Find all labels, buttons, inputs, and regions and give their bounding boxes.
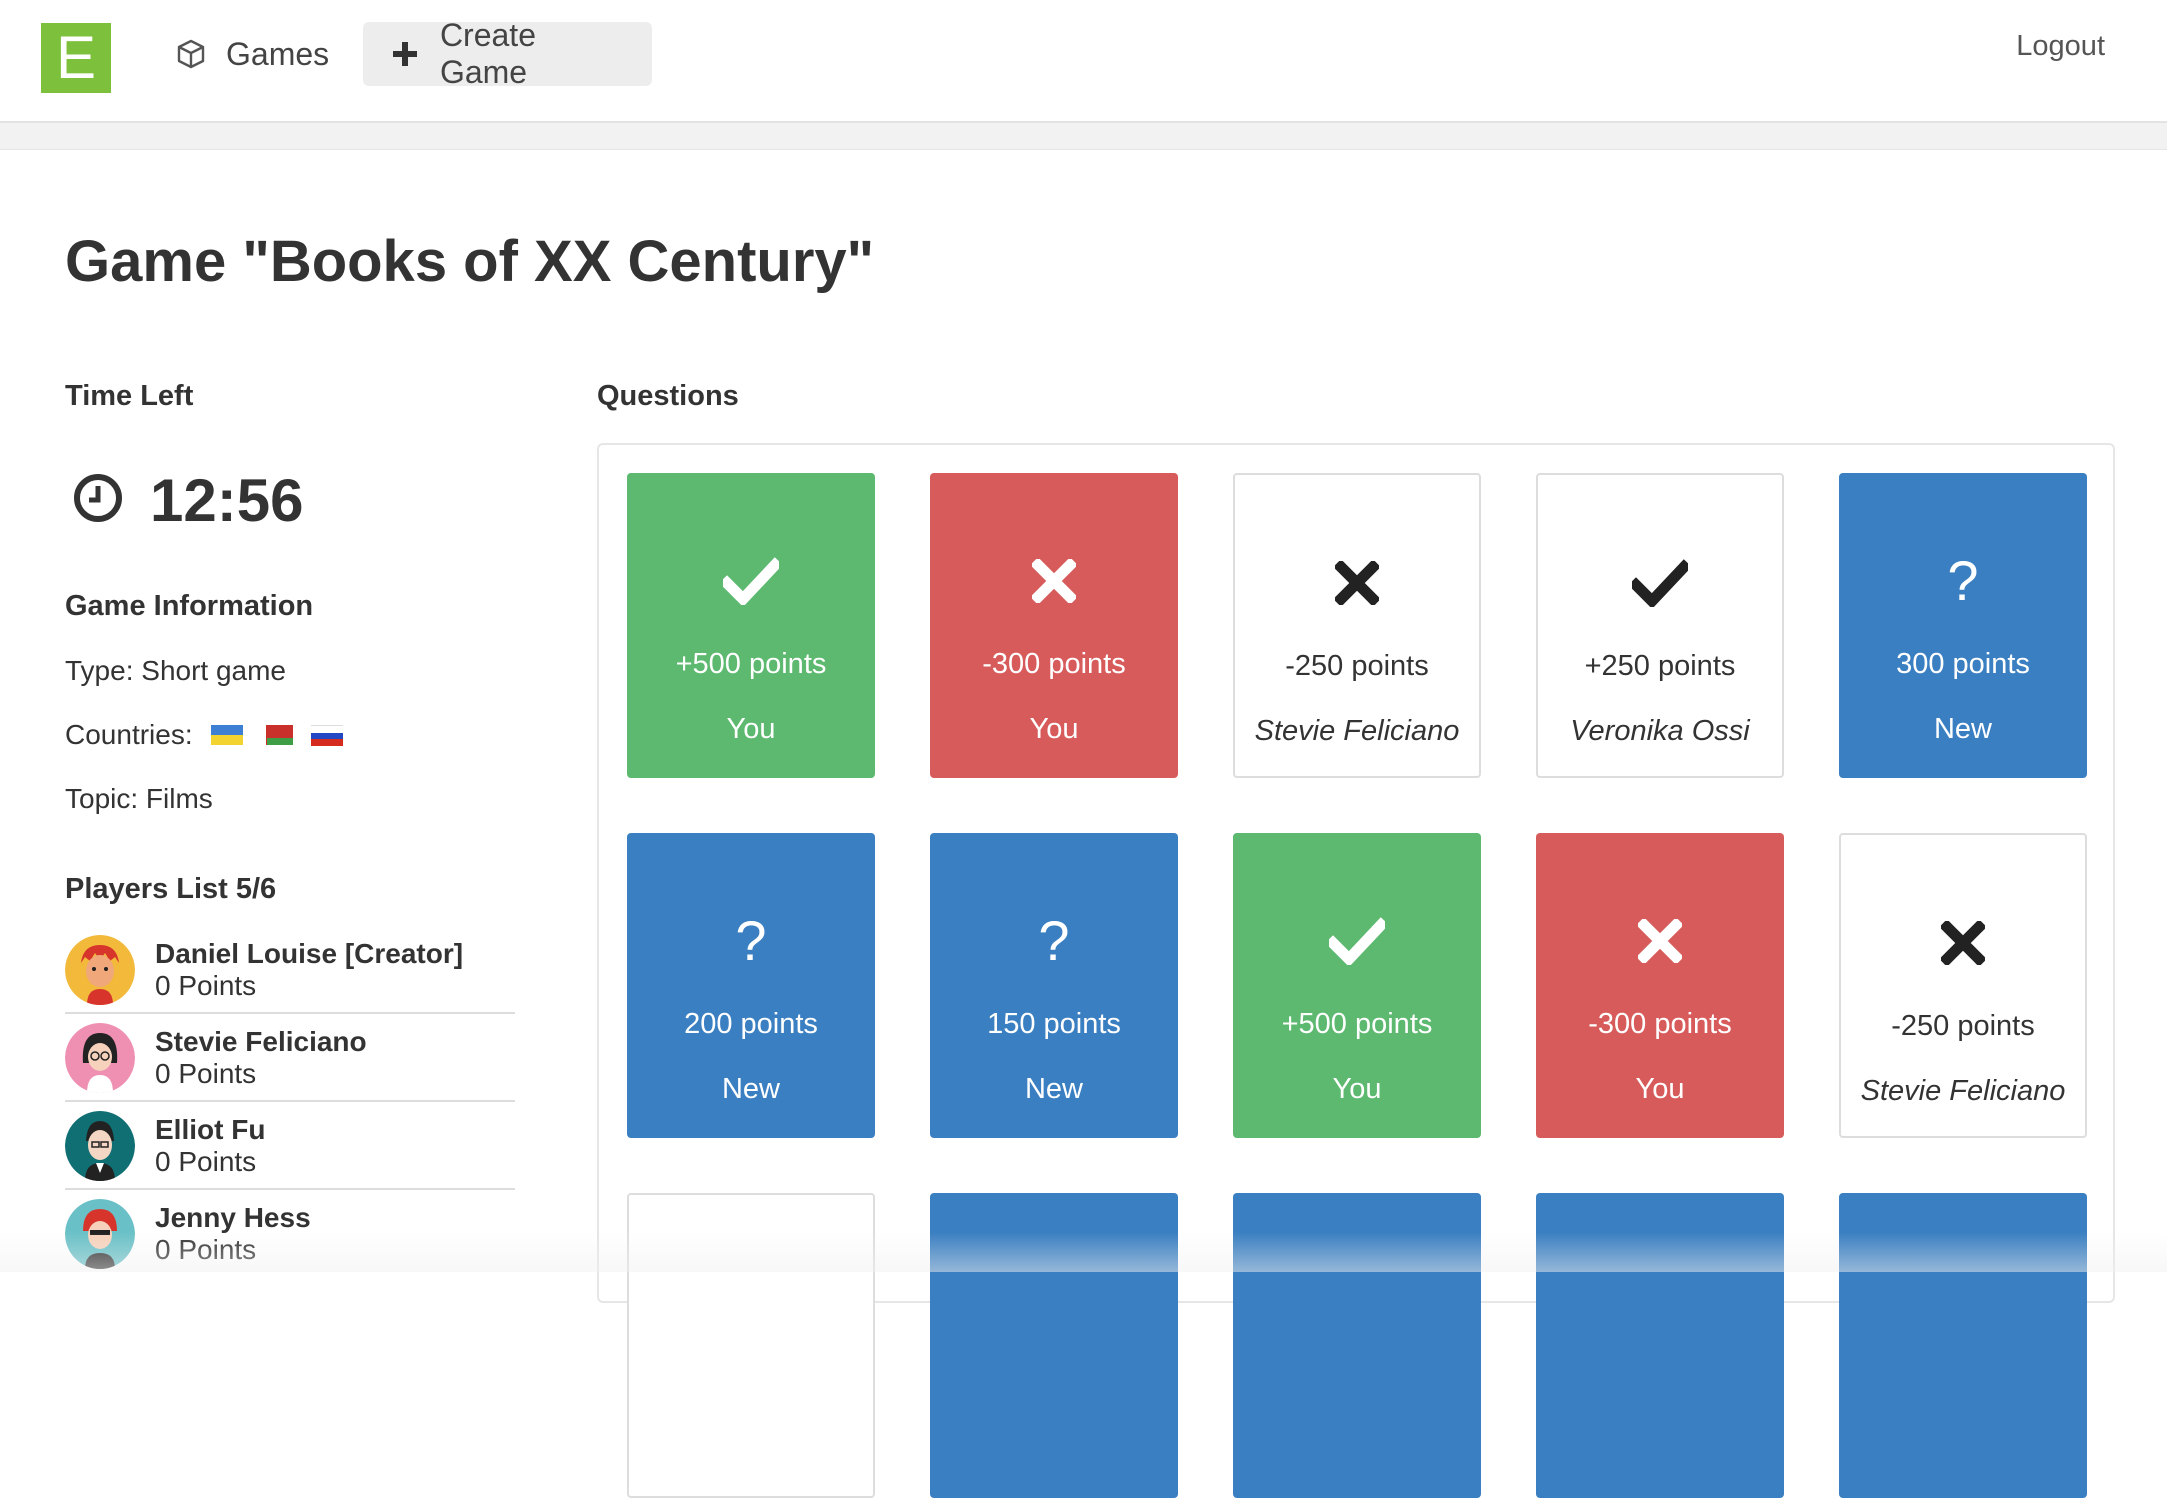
player-list-item[interactable]: Jenny Hess 0 Points [65, 1190, 515, 1276]
question-tile[interactable] [1536, 1193, 1784, 1498]
player-list-item[interactable]: Elliot Fu 0 Points [65, 1102, 515, 1190]
time-left-heading: Time Left [65, 380, 194, 412]
question-points: -300 points [1588, 1008, 1732, 1040]
top-navbar: E Games Create Game Logout [0, 0, 2167, 123]
cross-icon [1941, 915, 1985, 971]
clock-icon [72, 472, 124, 529]
question-owner: You [726, 713, 776, 745]
game-countries: Countries: [65, 719, 343, 751]
check-icon [1632, 555, 1688, 611]
navbar-divider [0, 123, 2167, 150]
player-name: Stevie Feliciano [155, 1026, 367, 1057]
question-points: 150 points [987, 1008, 1121, 1040]
player-name: Jenny Hess [155, 1202, 311, 1233]
question-owner: Stevie Feliciano [1860, 1075, 2066, 1107]
player-points: 0 Points [155, 1058, 257, 1089]
question-tile[interactable]: -250 points Stevie Feliciano [1233, 473, 1481, 778]
question-mark-icon: ? [1038, 909, 1070, 972]
time-left-value: 12:56 [150, 467, 304, 534]
check-icon [1329, 913, 1385, 969]
question-points: +500 points [675, 648, 827, 680]
question-points: +500 points [1281, 1008, 1433, 1040]
cross-icon [1335, 555, 1379, 611]
question-tile[interactable] [1839, 1193, 2087, 1498]
question-tile[interactable]: -300 points You [930, 473, 1178, 778]
countdown-timer: 12:56 [72, 466, 303, 535]
page-title: Game "Books of XX Century" [65, 229, 875, 294]
question-owner: You [1635, 1073, 1685, 1105]
question-tile[interactable]: -300 points You [1536, 833, 1784, 1138]
question-tile[interactable]: ? 150 points New [930, 833, 1178, 1138]
question-mark-icon: ? [1947, 549, 1979, 612]
game-topic: Topic: Films [65, 783, 213, 814]
create-game-button[interactable]: Create Game [363, 17, 652, 90]
question-owner: Stevie Feliciano [1254, 715, 1460, 747]
players-list-heading: Players List 5/6 [65, 873, 277, 905]
avatar [65, 1023, 135, 1093]
question-tile[interactable]: ? 200 points New [627, 833, 875, 1138]
question-owner: New [1024, 1073, 1083, 1105]
player-list-item[interactable]: Stevie Feliciano 0 Points [65, 1014, 515, 1102]
game-type: Type: Short game [65, 655, 287, 686]
cube-icon [174, 37, 208, 71]
question-points: -250 points [1285, 650, 1429, 682]
question-tile[interactable]: ? 300 points New [1839, 473, 2087, 778]
belarus-flag-icon [260, 725, 293, 745]
question-owner: New [1933, 713, 1992, 745]
question-mark-icon: ? [735, 909, 767, 972]
question-owner: New [721, 1073, 780, 1105]
nav-games-label: Games [226, 35, 330, 72]
question-points: +250 points [1584, 650, 1736, 682]
questions-grid: +500 points You -300 points You -250 points S… [597, 443, 2115, 1498]
question-points: 300 points [1896, 648, 2030, 680]
create-game-label: Create Game [439, 17, 536, 90]
question-tile[interactable]: +500 points You [627, 473, 875, 778]
logo-letter: E [55, 24, 97, 91]
question-tile[interactable] [1233, 1193, 1481, 1498]
cross-icon [1032, 553, 1076, 609]
questions-heading: Questions [597, 380, 739, 412]
cross-icon [1638, 913, 1682, 969]
check-icon [723, 553, 779, 609]
question-points: -300 points [982, 648, 1126, 680]
logout-link[interactable]: Logout [2016, 30, 2105, 63]
player-points: 0 Points [155, 1234, 257, 1265]
player-name: Elliot Fu [155, 1114, 266, 1145]
question-tile[interactable] [627, 1193, 875, 1498]
question-owner: Veronika Ossi [1570, 715, 1750, 747]
question-points: -250 points [1891, 1010, 2035, 1042]
player-name: Daniel Louise [Creator] [155, 938, 464, 969]
app-logo[interactable]: E [41, 23, 111, 93]
question-owner: You [1332, 1073, 1382, 1105]
ukraine-flag-icon [210, 725, 243, 745]
question-tile[interactable]: -250 points Stevie Feliciano [1839, 833, 2087, 1138]
avatar [65, 1199, 135, 1269]
question-owner: You [1029, 713, 1079, 745]
player-points: 0 Points [155, 1146, 257, 1177]
russia-flag-icon [310, 725, 343, 746]
avatar [65, 1111, 135, 1181]
player-list-item[interactable]: Daniel Louise [Creator] 0 Points [65, 926, 515, 1014]
avatar [65, 935, 135, 1005]
game-info-heading: Game Information [65, 590, 314, 622]
plus-icon [389, 37, 422, 71]
nav-games-link[interactable]: Games [148, 22, 355, 86]
countries-label: Countries: [65, 719, 193, 750]
question-tile[interactable]: +250 points Veronika Ossi [1536, 473, 1784, 778]
question-points: 200 points [684, 1008, 818, 1040]
player-points: 0 Points [155, 970, 257, 1001]
question-tile[interactable] [930, 1193, 1178, 1498]
question-tile[interactable]: +500 points You [1233, 833, 1481, 1138]
